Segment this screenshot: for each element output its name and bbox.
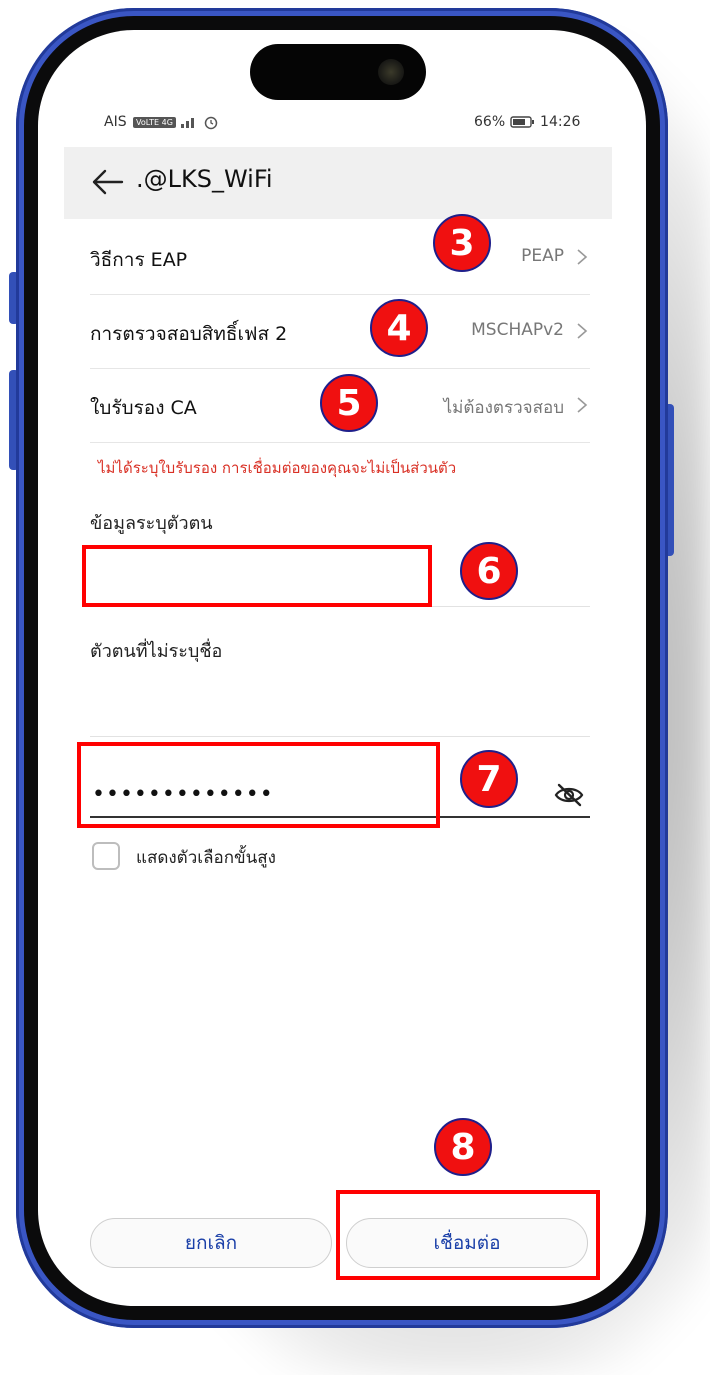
alarm-icon bbox=[204, 116, 218, 130]
status-bar-right: 66% 14:26 bbox=[474, 114, 580, 130]
battery-icon bbox=[509, 116, 534, 128]
carrier-label: AIS bbox=[104, 114, 127, 130]
step-badge-8: 8 bbox=[434, 1118, 492, 1176]
app-header: .@LKS_WiFi bbox=[64, 147, 612, 219]
battery-percent: 66% bbox=[474, 114, 506, 130]
eap-method-row[interactable]: วิธีการ EAP PEAP bbox=[90, 220, 590, 295]
certificate-warning: ไม่ได้ระบุใบรับรอง การเชื่อมต่อของคุณจะไ… bbox=[98, 459, 457, 477]
status-bar-left: AIS VoLTE 4G bbox=[104, 114, 219, 130]
ca-certificate-label: ใบรับรอง CA bbox=[90, 397, 197, 419]
chevron-right-icon bbox=[577, 249, 588, 265]
step-badge-6: 6 bbox=[460, 542, 518, 600]
clock-time: 14:26 bbox=[540, 114, 581, 130]
anonymous-identity-label: ตัวตนที่ไม่ระบุชื่อ bbox=[90, 641, 223, 662]
eye-off-icon[interactable] bbox=[553, 782, 585, 808]
phase2-auth-value: MSCHAPv2 bbox=[471, 320, 564, 340]
chevron-right-icon bbox=[577, 397, 588, 413]
advanced-options-checkbox[interactable] bbox=[92, 842, 120, 870]
back-arrow-icon[interactable] bbox=[90, 167, 124, 197]
password-highlight bbox=[77, 742, 440, 828]
eap-method-value: PEAP bbox=[521, 246, 564, 266]
dynamic-island bbox=[250, 44, 426, 100]
ca-certificate-value: ไม่ต้องตรวจสอบ bbox=[443, 398, 564, 418]
camera-icon bbox=[378, 59, 404, 85]
identity-input[interactable] bbox=[82, 545, 432, 607]
step-badge-5: 5 bbox=[320, 374, 378, 432]
network-title: .@LKS_WiFi bbox=[136, 165, 273, 193]
phase2-auth-row[interactable]: การตรวจสอบสิทธิ์เฟส 2 MSCHAPv2 bbox=[90, 294, 590, 369]
signal-icon bbox=[181, 118, 195, 128]
step-badge-7: 7 bbox=[460, 750, 518, 808]
network-icon: VoLTE 4G bbox=[133, 116, 176, 128]
eap-method-label: วิธีการ EAP bbox=[90, 249, 188, 271]
identity-label: ข้อมูลระบุตัวตน bbox=[90, 513, 213, 534]
step-badge-3: 3 bbox=[433, 214, 491, 272]
advanced-options-label: แสดงตัวเลือกขั้นสูง bbox=[136, 848, 276, 868]
chevron-right-icon bbox=[577, 323, 588, 339]
anonymous-identity-input[interactable] bbox=[90, 736, 590, 737]
connect-highlight bbox=[336, 1190, 600, 1280]
step-badge-4: 4 bbox=[370, 299, 428, 357]
cancel-button[interactable]: ยกเลิก bbox=[90, 1218, 332, 1268]
phase2-auth-label: การตรวจสอบสิทธิ์เฟส 2 bbox=[90, 323, 288, 345]
